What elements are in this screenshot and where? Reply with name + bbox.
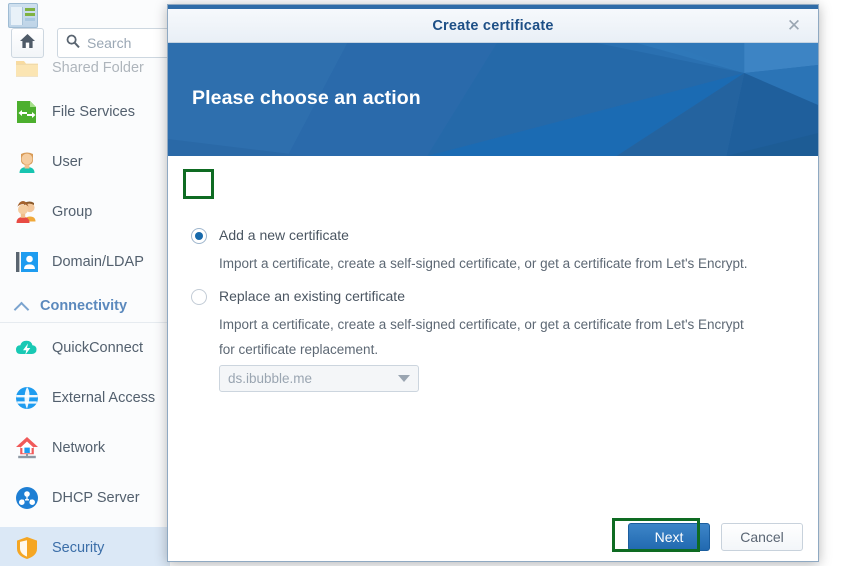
sidebar-item-label: Group (52, 204, 93, 220)
shared-folder-icon (14, 55, 40, 81)
screen: Search Shared Folder File Services User … (0, 0, 850, 566)
option-label: Replace an existing certificate (219, 288, 405, 304)
chevron-up-icon (14, 298, 30, 314)
option-label: Add a new certificate (219, 227, 349, 243)
group-icon (14, 199, 40, 225)
next-button[interactable]: Next (628, 523, 710, 551)
banner-heading: Please choose an action (192, 87, 421, 109)
sidebar-item-label: External Access (52, 390, 156, 406)
file-services-icon (14, 99, 40, 125)
quickconnect-icon (14, 335, 40, 361)
certificate-select[interactable]: ds.ibubble.me (219, 365, 419, 392)
sidebar-item-external-access[interactable]: External Access (0, 377, 170, 419)
sidebar-item-security[interactable]: Security (0, 527, 170, 566)
sidebar-item-shared-folder[interactable]: Shared Folder (0, 47, 170, 89)
sidebar-item-group[interactable]: Group (0, 191, 170, 233)
replace-description-line1: Import a certificate, create a self-sign… (219, 317, 744, 332)
sidebar-item-network[interactable]: Network (0, 427, 170, 469)
replace-description-line2: for certificate replacement. (219, 342, 379, 357)
add-new-certificate-option[interactable]: Add a new certificate (191, 227, 349, 244)
external-access-globe-icon (14, 385, 40, 411)
create-certificate-dialog: Create certificate ✕ Please choose an ac… (167, 4, 819, 562)
dialog-body: Add a new certificate Import a certifica… (168, 156, 818, 561)
sidebar-item-label: Network (52, 440, 106, 456)
sidebar-item-file-services[interactable]: File Services (0, 91, 170, 133)
network-icon (14, 435, 40, 461)
sidebar-item-label: QuickConnect (52, 340, 144, 356)
replace-existing-certificate-radio[interactable] (191, 289, 207, 305)
dialog-footer: Next Cancel (168, 513, 818, 561)
sidebar-item-user[interactable]: User (0, 141, 170, 183)
domain-ldap-icon (14, 249, 40, 275)
sidebar-item-label: DHCP Server (52, 490, 140, 506)
dialog-title-bar: Create certificate ✕ (168, 9, 818, 43)
cancel-button[interactable]: Cancel (721, 523, 803, 551)
sidebar-item-dhcp-server[interactable]: DHCP Server (0, 477, 170, 519)
dialog-title: Create certificate (432, 17, 554, 34)
security-shield-icon (14, 535, 40, 561)
sidebar-item-label: File Services (52, 104, 135, 120)
package-center-icon[interactable] (8, 3, 38, 28)
sidebar-item-domain-ldap[interactable]: Domain/LDAP (0, 241, 170, 283)
sidebar-section-label: Connectivity (40, 297, 128, 314)
replace-existing-certificate-option[interactable]: Replace an existing certificate (191, 288, 405, 305)
content-panel (820, 0, 850, 566)
sidebar-item-label: Security (52, 540, 105, 556)
user-icon (14, 149, 40, 175)
chevron-down-icon (398, 375, 410, 382)
sidebar-item-label: Domain/LDAP (52, 254, 144, 270)
sidebar-item-label: Shared Folder (52, 60, 144, 76)
cancel-button-label: Cancel (740, 529, 784, 545)
add-new-certificate-radio[interactable] (191, 228, 207, 244)
sidebar-section-connectivity[interactable]: Connectivity (0, 289, 170, 323)
dhcp-server-icon (14, 485, 40, 511)
add-new-certificate-description: Import a certificate, create a self-sign… (219, 256, 748, 271)
close-icon[interactable]: ✕ (784, 16, 804, 36)
sidebar: Shared Folder File Services User Group D… (0, 48, 170, 566)
dialog-banner: Please choose an action (168, 43, 818, 156)
next-button-label: Next (654, 529, 684, 545)
sidebar-item-label: User (52, 154, 83, 170)
sidebar-item-quickconnect[interactable]: QuickConnect (0, 327, 170, 369)
certificate-select-value: ds.ibubble.me (228, 371, 313, 386)
